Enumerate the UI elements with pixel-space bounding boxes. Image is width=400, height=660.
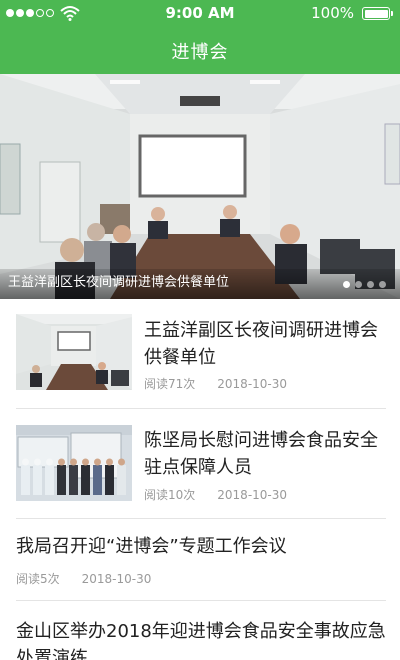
read-count: 阅读5次 bbox=[16, 572, 60, 586]
news-list-item[interactable]: 金山区举办2018年迎进博会食品安全事故应急处置演练 bbox=[16, 601, 386, 660]
publish-date: 2018-10-30 bbox=[217, 377, 288, 391]
carousel-dot[interactable] bbox=[367, 281, 374, 288]
banner-caption: 王益洋副区长夜间调研进博会供餐单位 bbox=[8, 275, 230, 290]
news-list-item[interactable]: 陈坚局长慰问进博会食品安全驻点保障人员 阅读10次 2018-10-30 bbox=[16, 409, 386, 519]
news-title: 陈坚局长慰问进博会食品安全驻点保障人员 bbox=[144, 430, 378, 478]
page-title: 进博会 bbox=[171, 42, 229, 63]
news-title: 我局召开迎“进博会”专题工作会议 bbox=[16, 536, 287, 557]
news-meta: 阅读5次 2018-10-30 bbox=[16, 570, 151, 587]
banner-carousel[interactable]: 王益洋副区长夜间调研进博会供餐单位 bbox=[0, 74, 400, 299]
carousel-indicator bbox=[343, 281, 386, 288]
publish-date: 2018-10-30 bbox=[217, 488, 288, 502]
battery-percentage: 100% bbox=[311, 4, 354, 22]
carousel-dot[interactable] bbox=[379, 281, 386, 288]
read-count: 阅读10次 bbox=[144, 488, 196, 502]
status-bar: 9:00 AM 100% bbox=[0, 0, 400, 26]
battery-icon bbox=[362, 7, 393, 20]
news-thumbnail bbox=[16, 314, 132, 390]
news-title: 金山区举办2018年迎进博会食品安全事故应急处置演练 bbox=[16, 621, 386, 660]
carousel-dot[interactable] bbox=[343, 281, 350, 288]
news-list-item[interactable]: 我局召开迎“进博会”专题工作会议 阅读5次 2018-10-30 bbox=[16, 519, 386, 601]
carousel-dot[interactable] bbox=[355, 281, 362, 288]
news-thumbnail bbox=[16, 425, 132, 501]
news-list-item[interactable]: 王益洋副区长夜间调研进博会供餐单位 阅读71次 2018-10-30 bbox=[16, 299, 386, 409]
read-count: 阅读71次 bbox=[144, 377, 196, 391]
news-meta: 阅读10次 2018-10-30 bbox=[144, 486, 287, 503]
news-meta: 阅读71次 2018-10-30 bbox=[144, 375, 287, 392]
news-title: 王益洋副区长夜间调研进博会供餐单位 bbox=[144, 320, 378, 368]
nav-bar: 进博会 bbox=[0, 26, 400, 74]
banner-photo bbox=[0, 74, 400, 299]
publish-date: 2018-10-30 bbox=[81, 572, 152, 586]
